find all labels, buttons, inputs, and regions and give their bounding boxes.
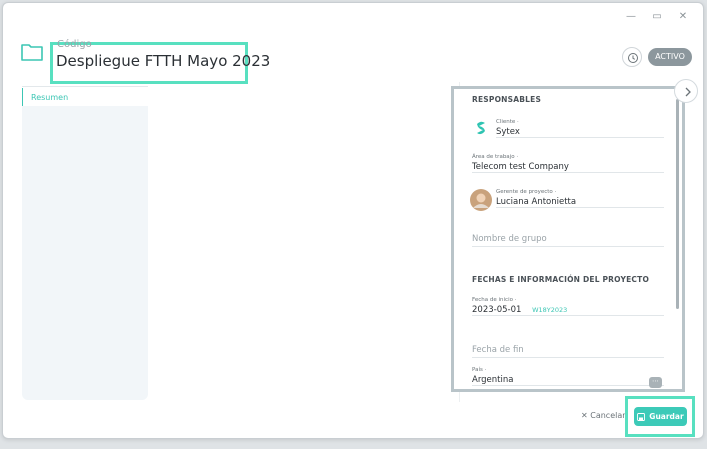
- title-highlight: Código Despliegue FTTH Mayo 2023: [50, 39, 270, 84]
- code-label: Código: [57, 39, 92, 50]
- panel-scrollbar[interactable]: [676, 99, 679, 309]
- client-field[interactable]: Cliente · Sytex: [496, 119, 664, 138]
- minimize-icon[interactable]: —: [625, 11, 637, 23]
- save-label: Guardar: [649, 412, 684, 421]
- cancel-button[interactable]: ✕ Cancelar: [581, 411, 626, 420]
- responsables-title: RESPONSABLES: [472, 95, 542, 104]
- save-icon: [637, 412, 646, 421]
- tab-resumen[interactable]: Resumen: [22, 88, 70, 106]
- summary-top-line: [22, 86, 148, 87]
- client-value: Sytex: [496, 127, 520, 137]
- chevron-right-icon: [685, 87, 691, 97]
- page-title[interactable]: Despliegue FTTH Mayo 2023: [56, 52, 270, 70]
- country-field[interactable]: País · Argentina: [472, 367, 664, 386]
- start-date-value: 2023-05-01: [472, 305, 522, 315]
- clock-icon: [628, 53, 638, 63]
- status-badge[interactable]: ACTIVO: [648, 48, 692, 66]
- sytex-logo-icon: [477, 121, 485, 135]
- window-controls: — ▭ ✕: [625, 11, 689, 23]
- end-date-input[interactable]: Fecha de fin: [472, 345, 664, 358]
- save-highlight: Guardar: [625, 396, 695, 437]
- save-button[interactable]: Guardar: [634, 407, 687, 426]
- expand-panel-button[interactable]: [674, 79, 698, 103]
- start-week: W18Y2023: [532, 306, 568, 314]
- country-value: Argentina: [472, 375, 514, 385]
- folder-icon: [21, 44, 43, 61]
- client-label: Cliente: [496, 119, 516, 125]
- cancel-label: Cancelar: [590, 411, 626, 420]
- responsables-panel: RESPONSABLES Cliente · Sytex Área de tra…: [451, 86, 685, 392]
- country-label: País: [472, 367, 483, 373]
- manager-field[interactable]: Gerente de proyecto · Luciana Antonietta: [496, 189, 664, 208]
- avatar: [470, 189, 492, 211]
- history-button[interactable]: [622, 47, 642, 67]
- close-icon: ✕: [581, 411, 588, 420]
- close-icon[interactable]: ✕: [677, 11, 689, 23]
- manager-value: Luciana Antonietta: [496, 197, 577, 207]
- start-label: Fecha de inicio: [472, 297, 513, 303]
- start-date-field[interactable]: Fecha de inicio · 2023-05-01 W18Y2023: [472, 297, 664, 316]
- dates-title: FECHAS E INFORMACIÓN DEL PROYECTO: [472, 275, 650, 284]
- group-name-input[interactable]: Nombre de grupo: [472, 234, 664, 247]
- maximize-icon[interactable]: ▭: [651, 11, 663, 23]
- area-field[interactable]: Área de trabajo · Telecom test Company: [472, 154, 664, 173]
- area-label: Área de trabajo: [472, 154, 515, 160]
- area-value: Telecom test Company: [472, 162, 569, 172]
- summary-panel: [22, 106, 148, 400]
- group-placeholder: Nombre de grupo: [472, 234, 547, 244]
- manager-label: Gerente de proyecto: [496, 189, 553, 195]
- more-options-icon[interactable]: ⋯: [649, 377, 662, 388]
- end-placeholder: Fecha de fin: [472, 345, 524, 355]
